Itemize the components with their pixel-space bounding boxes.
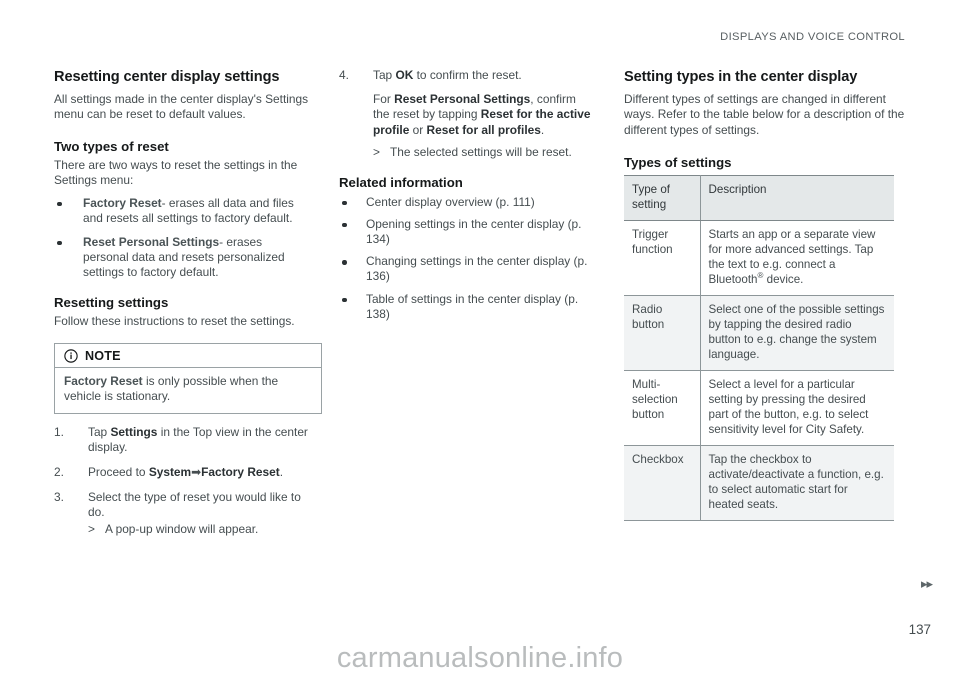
step-text-pre: Tap — [88, 424, 111, 439]
related-link[interactable]: Changing settings in the center display … — [366, 254, 587, 283]
cell-type: Multi-selection button — [624, 370, 701, 446]
column-right: Setting types in the center display Diff… — [624, 68, 909, 547]
table-head: Type of setting Description — [624, 174, 894, 221]
list-item: Reset Personal Settings- erases personal… — [54, 235, 309, 281]
reset-types-list: Factory Reset- erases all data and files… — [54, 196, 309, 281]
step-number: 4. — [339, 68, 349, 82]
table-row: Radio button Select one of the possible … — [624, 295, 894, 371]
list-item: Factory Reset- erases all data and files… — [54, 196, 309, 226]
setting-types-intro: Different types of settings are changed … — [624, 92, 905, 137]
step-number: 1. — [54, 424, 64, 439]
step-text: Select the type of reset you would like … — [88, 490, 301, 520]
cell-type: Radio button — [624, 295, 701, 371]
step-text-post: . — [279, 465, 284, 480]
heading-two-types-of-reset: Two types of reset — [54, 138, 169, 154]
text-fragment: . — [540, 122, 545, 137]
step-text-pre: Tap — [373, 68, 396, 82]
list-item: Opening settings in the center display (… — [339, 217, 594, 247]
note-title: NOTE — [85, 349, 121, 364]
result-text: The selected settings will be reset. — [390, 144, 572, 159]
related-information-list: Center display overview (p. 111) Opening… — [339, 195, 594, 322]
cell-description: Tap the checkbox to activate/deactivate … — [700, 445, 894, 521]
running-header: DISPLAYS AND VOICE CONTROL — [720, 31, 905, 43]
settings-types-table: Type of setting Description Trigger func… — [624, 174, 894, 521]
table-row: Checkbox Tap the checkbox to activate/de… — [624, 445, 894, 521]
list-item: 2. Proceed to System➡Factory Reset. — [54, 465, 309, 480]
cell-type: Checkbox — [624, 445, 701, 521]
term-reset-personal-settings: Reset Personal Settings — [394, 92, 531, 107]
note-callout: NOTE Factory Reset is only possible when… — [54, 343, 322, 414]
list-item: Changing settings in the center display … — [339, 254, 594, 284]
step-number: 2. — [54, 465, 64, 480]
related-link[interactable]: Center display overview (p. 111) — [366, 195, 535, 209]
cell-type: Trigger function — [624, 220, 701, 296]
result-marker-icon: > — [88, 521, 95, 536]
step-result: > A pop-up window will appear. — [88, 522, 309, 537]
arrow-right-icon: ➡ — [191, 465, 202, 480]
text-fragment: or — [409, 122, 427, 137]
term-ok: OK — [395, 68, 414, 82]
note-term: Factory Reset — [64, 374, 143, 389]
step4-paragraph: For Reset Personal Settings, confirm the… — [373, 92, 594, 138]
section-title-setting-types: Setting types in the center display — [624, 69, 858, 85]
table-body: Trigger function Starts an app or a sepa… — [624, 220, 894, 521]
two-types-intro: There are two ways to reset the settings… — [54, 158, 298, 188]
term-factory-reset: Factory Reset — [83, 195, 162, 210]
column-left: Resetting center display settings All se… — [54, 68, 339, 547]
page-number: 137 — [908, 622, 931, 637]
list-item: 1. Tap Settings in the Top view in the c… — [54, 425, 309, 455]
info-circle-icon — [64, 349, 78, 363]
column-header-type: Type of setting — [624, 174, 701, 221]
column-middle: 4. Tap OK to confirm the reset. For Rese… — [339, 68, 624, 547]
note-header: NOTE — [55, 344, 321, 369]
related-link[interactable]: Table of settings in the center display … — [366, 292, 578, 321]
related-link[interactable]: Opening settings in the center display (… — [366, 217, 581, 246]
result-marker-icon: > — [373, 144, 380, 159]
list-item: 3. Select the type of reset you would li… — [54, 490, 309, 537]
list-item: 4. Tap OK to confirm the reset. For Rese… — [339, 68, 594, 160]
term-system: System — [148, 465, 192, 480]
page-columns: Resetting center display settings All se… — [54, 68, 909, 547]
reset-steps-list: 1. Tap Settings in the Top view in the c… — [54, 425, 309, 537]
heading-related-information: Related information — [339, 175, 463, 191]
text-fragment: For — [373, 92, 395, 107]
heading-resetting-settings: Resetting settings — [54, 294, 169, 310]
description-text-post: device. — [763, 272, 804, 286]
watermark: carmanualsonline.info — [336, 642, 624, 674]
page-title: Resetting center display settings — [54, 69, 280, 85]
cell-description: Select a level for a particular setting … — [700, 370, 894, 446]
result-text: A pop-up window will appear. — [105, 521, 259, 536]
next-page-arrows-icon[interactable]: ▸▸ — [921, 576, 933, 592]
list-item: Table of settings in the center display … — [339, 292, 594, 322]
list-item: Center display overview (p. 111) — [339, 195, 594, 210]
column-header-description: Description — [700, 174, 894, 221]
step-text-post: to confirm the reset. — [413, 68, 522, 82]
intro-paragraph: All settings made in the center display'… — [54, 92, 309, 122]
term-reset-personal-settings: Reset Personal Settings — [83, 234, 220, 249]
table-row: Trigger function Starts an app or a sepa… — [624, 220, 894, 296]
table-caption: Types of settings — [624, 154, 732, 170]
term-reset-all-profiles: Reset for all profiles — [426, 122, 541, 137]
cell-description: Starts an app or a separate view for mor… — [700, 220, 894, 296]
step4-result: > The selected settings will be reset. — [373, 145, 594, 160]
term-settings: Settings — [110, 424, 158, 439]
reset-steps-continued: 4. Tap OK to confirm the reset. For Rese… — [339, 68, 594, 160]
step-number: 3. — [54, 490, 64, 505]
term-factory-reset: Factory Reset — [201, 465, 280, 480]
note-body: Factory Reset is only possible when the … — [55, 368, 321, 412]
table-header-row: Type of setting Description — [624, 174, 894, 221]
cell-description: Select one of the possible settings by t… — [700, 295, 894, 371]
step-text-pre: Proceed to — [88, 465, 149, 480]
table-row: Multi-selection button Select a level fo… — [624, 370, 894, 446]
resetting-intro: Follow these instructions to reset the s… — [54, 314, 295, 329]
